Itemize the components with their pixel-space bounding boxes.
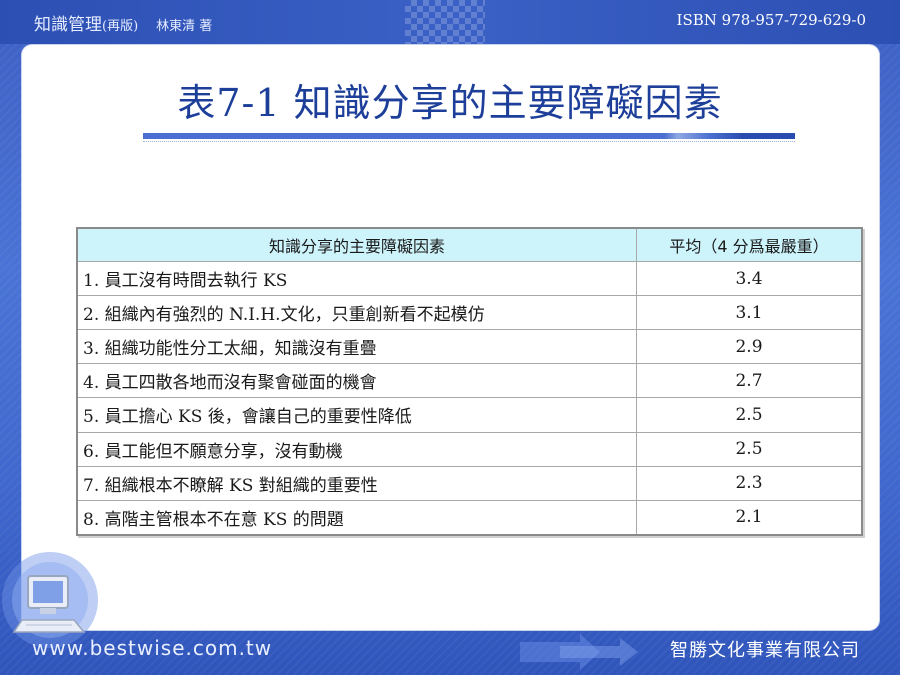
barrier-factor-cell: 5. 員工擔心 KS 後，會讓自己的重要性降低 <box>76 397 637 433</box>
table-row: 8. 高階主管根本不在意 KS 的問題 2.1 <box>76 499 863 536</box>
average-score-cell: 2.3 <box>636 465 863 501</box>
barrier-factor-cell: 7. 組織根本不瞭解 KS 對組織的重要性 <box>76 465 637 501</box>
table-row: 1. 員工沒有時間去執行 KS 3.4 <box>76 260 863 297</box>
average-score-cell: 2.5 <box>636 397 863 433</box>
average-score-cell: 2.7 <box>636 363 863 399</box>
book-info: 知識管理(再版) 林東清 著 <box>34 10 212 35</box>
table-row: 7. 組織根本不瞭解 KS 對組織的重要性 2.3 <box>76 465 863 501</box>
average-score-cell: 2.5 <box>636 431 863 467</box>
slide-title: 表7-1 知識分享的主要障礙因素 <box>177 81 723 125</box>
column-header-average: 平均（4 分爲最嚴重） <box>636 227 863 262</box>
barrier-factor-cell: 8. 高階主管根本不在意 KS 的問題 <box>76 499 637 536</box>
table-body: 1. 員工沒有時間去執行 KS 3.4 2. 組織內有強烈的 N.I.H.文化，只重… <box>76 260 863 536</box>
table-row: 3. 組織功能性分工太細，知識沒有重疊 2.9 <box>76 329 863 365</box>
website-url: www.bestwise.com.tw <box>32 636 273 660</box>
barrier-factor-cell: 2. 組織內有強烈的 N.I.H.文化，只重創新看不起模仿 <box>76 295 637 331</box>
average-score-cell: 3.4 <box>636 260 863 297</box>
book-author: 林東清 著 <box>156 19 213 34</box>
barrier-factor-cell: 4. 員工四散各地而沒有聚會碰面的機會 <box>76 363 637 399</box>
average-score-cell: 3.1 <box>636 295 863 331</box>
table-row: 5. 員工擔心 KS 後，會讓自己的重要性降低 2.5 <box>76 397 863 433</box>
average-score-cell: 2.1 <box>636 499 863 536</box>
column-header-factor: 知識分享的主要障礙因素 <box>76 227 637 262</box>
book-title: 知識管理 <box>34 15 102 35</box>
title-underline-dots <box>143 141 795 143</box>
table-header-row: 知識分享的主要障礙因素 平均（4 分爲最嚴重） <box>76 227 863 262</box>
table-row: 2. 組織內有強烈的 N.I.H.文化，只重創新看不起模仿 3.1 <box>76 295 863 331</box>
isbn-label: ISBN 978-957-729-629-0 <box>676 11 866 29</box>
table-row: 6. 員工能但不願意分享，沒有動機 2.5 <box>76 431 863 467</box>
barriers-table: 知識分享的主要障礙因素 平均（4 分爲最嚴重） 1. 員工沒有時間去執行 KS 3… <box>76 227 863 536</box>
average-score-cell: 2.9 <box>636 329 863 365</box>
barrier-factor-cell: 1. 員工沒有時間去執行 KS <box>76 260 637 297</box>
title-underline <box>143 133 795 139</box>
barrier-factor-cell: 3. 組織功能性分工太細，知識沒有重疊 <box>76 329 637 365</box>
header-checker-pattern <box>405 0 485 44</box>
arrow-decoration <box>520 634 638 670</box>
barrier-factor-cell: 6. 員工能但不願意分享，沒有動機 <box>76 431 637 467</box>
book-edition: (再版) <box>102 19 139 34</box>
table-row: 4. 員工四散各地而沒有聚會碰面的機會 2.7 <box>76 363 863 399</box>
publisher-name: 智勝文化事業有限公司 <box>670 640 860 661</box>
